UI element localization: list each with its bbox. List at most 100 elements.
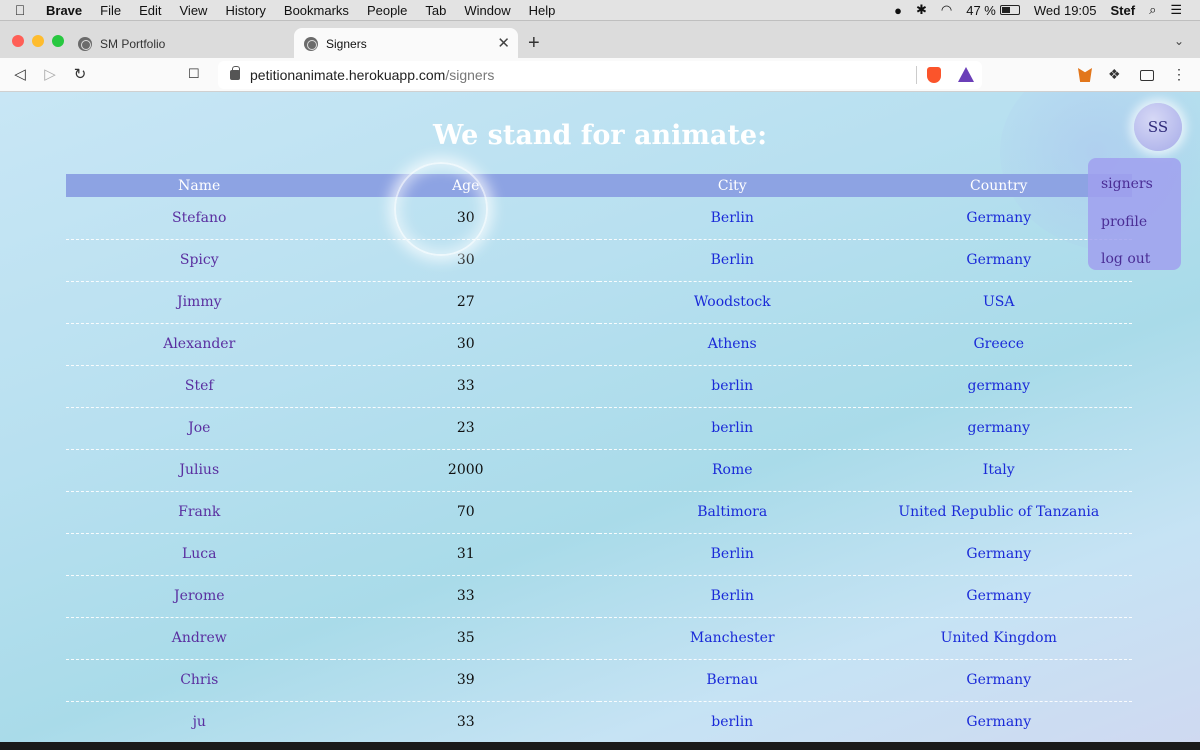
url-path: /signers	[445, 67, 495, 83]
cell-country: USA	[865, 281, 1132, 324]
control-center-icon[interactable]: ☰	[1170, 2, 1182, 18]
spotlight-search-icon[interactable]: ⌕	[1149, 2, 1156, 18]
menu-link-profile[interactable]: profile	[1088, 204, 1181, 242]
back-button[interactable]: ◁	[10, 65, 30, 83]
cell-city: Berlin	[599, 239, 866, 282]
macos-menu-bar:  Brave File Edit View History Bookmarks…	[0, 0, 1200, 20]
cell-name: Jimmy	[66, 281, 333, 324]
header-name: Name	[66, 174, 333, 197]
tab-title: SM Portfolio	[100, 36, 166, 51]
table-row: Andrew 35 Manchester United Kingdom	[66, 617, 1132, 660]
battery-status[interactable]: 47 %	[966, 3, 1020, 18]
menu-link-signers[interactable]: signers	[1088, 166, 1181, 204]
bookmark-icon[interactable]: ☐	[188, 66, 200, 82]
cell-name: Stef	[66, 365, 333, 408]
table-row: ju 33 berlin Germany	[66, 701, 1132, 742]
table-row: Chris 39 Bernau Germany	[66, 659, 1132, 702]
cell-name: Julius	[66, 449, 333, 492]
menu-history[interactable]: History	[216, 3, 274, 18]
cell-city: Berlin	[599, 533, 866, 576]
cell-name: Joe	[66, 407, 333, 450]
cell-age: 30	[332, 323, 599, 366]
apple-icon[interactable]: 	[0, 2, 40, 18]
menu-people[interactable]: People	[358, 3, 416, 18]
menubar-status-area: ● ✱ ◠ 47 % Wed 19:05 Stef ⌕ ☰	[894, 0, 1200, 20]
signers-table-body: Stefano 30 Berlin Germany Spicy 30 Berlin Germa…	[66, 197, 1132, 742]
cell-name: Jerome	[66, 575, 333, 618]
forward-button[interactable]: ▷	[40, 65, 60, 83]
wallet-icon[interactable]	[1140, 70, 1154, 81]
menubar-clock[interactable]: Wed 19:05	[1034, 3, 1097, 18]
brave-shields-icon[interactable]	[927, 67, 941, 83]
cell-city: Woodstock	[599, 281, 866, 324]
close-tab-icon[interactable]: ✕	[497, 34, 510, 52]
cell-name: Spicy	[66, 239, 333, 282]
table-row: Stef 33 berlin germany	[66, 365, 1132, 408]
table-row: Joe 23 berlin germany	[66, 407, 1132, 450]
cursor-glow-ring	[394, 162, 488, 256]
menu-tab[interactable]: Tab	[416, 3, 455, 18]
cell-country: Germany	[865, 701, 1132, 742]
browser-menu-icon[interactable]: ⋮	[1172, 66, 1186, 83]
menubar-user[interactable]: Stef	[1111, 3, 1136, 18]
table-row: Luca 31 Berlin Germany	[66, 533, 1132, 576]
cell-name: Chris	[66, 659, 333, 702]
cell-age: 70	[332, 491, 599, 534]
cell-country: United Kingdom	[865, 617, 1132, 660]
extensions-puzzle-icon[interactable]: ❖	[1108, 66, 1121, 83]
bluetooth-icon[interactable]: ✱	[916, 2, 927, 18]
table-row: Stefano 30 Berlin Germany	[66, 197, 1132, 240]
user-menu-dropdown: signers profile log out	[1088, 158, 1181, 270]
reload-button[interactable]: ↻	[70, 65, 90, 83]
metamask-extension-icon[interactable]	[1078, 68, 1092, 82]
globe-icon	[304, 36, 318, 51]
table-row: Spicy 30 Berlin Germany	[66, 239, 1132, 282]
cell-country: Germany	[865, 575, 1132, 618]
menu-edit[interactable]: Edit	[130, 3, 170, 18]
cell-city: Bernau	[599, 659, 866, 702]
minimize-window-button[interactable]	[32, 35, 44, 47]
cell-age: 33	[332, 365, 599, 408]
tab-sm-portfolio[interactable]: SM Portfolio	[68, 28, 292, 59]
cell-city: Manchester	[599, 617, 866, 660]
cell-city: berlin	[599, 407, 866, 450]
lock-icon[interactable]	[230, 66, 240, 80]
cell-country: Germany	[865, 533, 1132, 576]
window-controls	[12, 35, 64, 47]
window-bottom-edge	[0, 742, 1200, 750]
menu-app-name[interactable]: Brave	[40, 3, 91, 18]
cell-age: 27	[332, 281, 599, 324]
close-window-button[interactable]	[12, 35, 24, 47]
menu-bookmarks[interactable]: Bookmarks	[275, 3, 358, 18]
tab-signers[interactable]: Signers ✕	[294, 28, 518, 59]
cell-name: Frank	[66, 491, 333, 534]
cell-country: germany	[865, 407, 1132, 450]
battery-percent: 47 %	[966, 2, 996, 18]
menu-link-log-out[interactable]: log out	[1088, 241, 1181, 279]
table-header-row: Name Age City Country	[66, 174, 1132, 197]
user-avatar[interactable]: SS	[1134, 103, 1182, 151]
browser-toolbar: ◁ ▷ ↻ ☐ petitionanimate.herokuapp.com/si…	[0, 58, 1200, 92]
menu-help[interactable]: Help	[520, 3, 565, 18]
menu-file[interactable]: File	[91, 3, 130, 18]
wifi-icon[interactable]: ◠	[941, 2, 952, 18]
cell-name: Luca	[66, 533, 333, 576]
cell-city: Athens	[599, 323, 866, 366]
cell-age: 31	[332, 533, 599, 576]
zoom-window-button[interactable]	[52, 35, 64, 47]
menu-view[interactable]: View	[171, 3, 217, 18]
cell-age: 2000	[332, 449, 599, 492]
browser-tab-strip: SM Portfolio Signers ✕ + ⌄	[0, 20, 1200, 59]
address-bar[interactable]: petitionanimate.herokuapp.com/signers	[218, 61, 982, 89]
cell-name: ju	[66, 701, 333, 742]
tab-search-chevron-icon[interactable]: ⌄	[1174, 34, 1184, 48]
cell-age: 23	[332, 407, 599, 450]
cell-age: 33	[332, 701, 599, 742]
cell-city: berlin	[599, 365, 866, 408]
globe-icon	[78, 36, 92, 51]
brave-rewards-icon[interactable]	[958, 67, 974, 82]
cell-age: 35	[332, 617, 599, 660]
menu-window[interactable]: Window	[455, 3, 519, 18]
new-tab-button[interactable]: +	[528, 32, 540, 55]
elephant-icon[interactable]: ●	[894, 3, 902, 18]
